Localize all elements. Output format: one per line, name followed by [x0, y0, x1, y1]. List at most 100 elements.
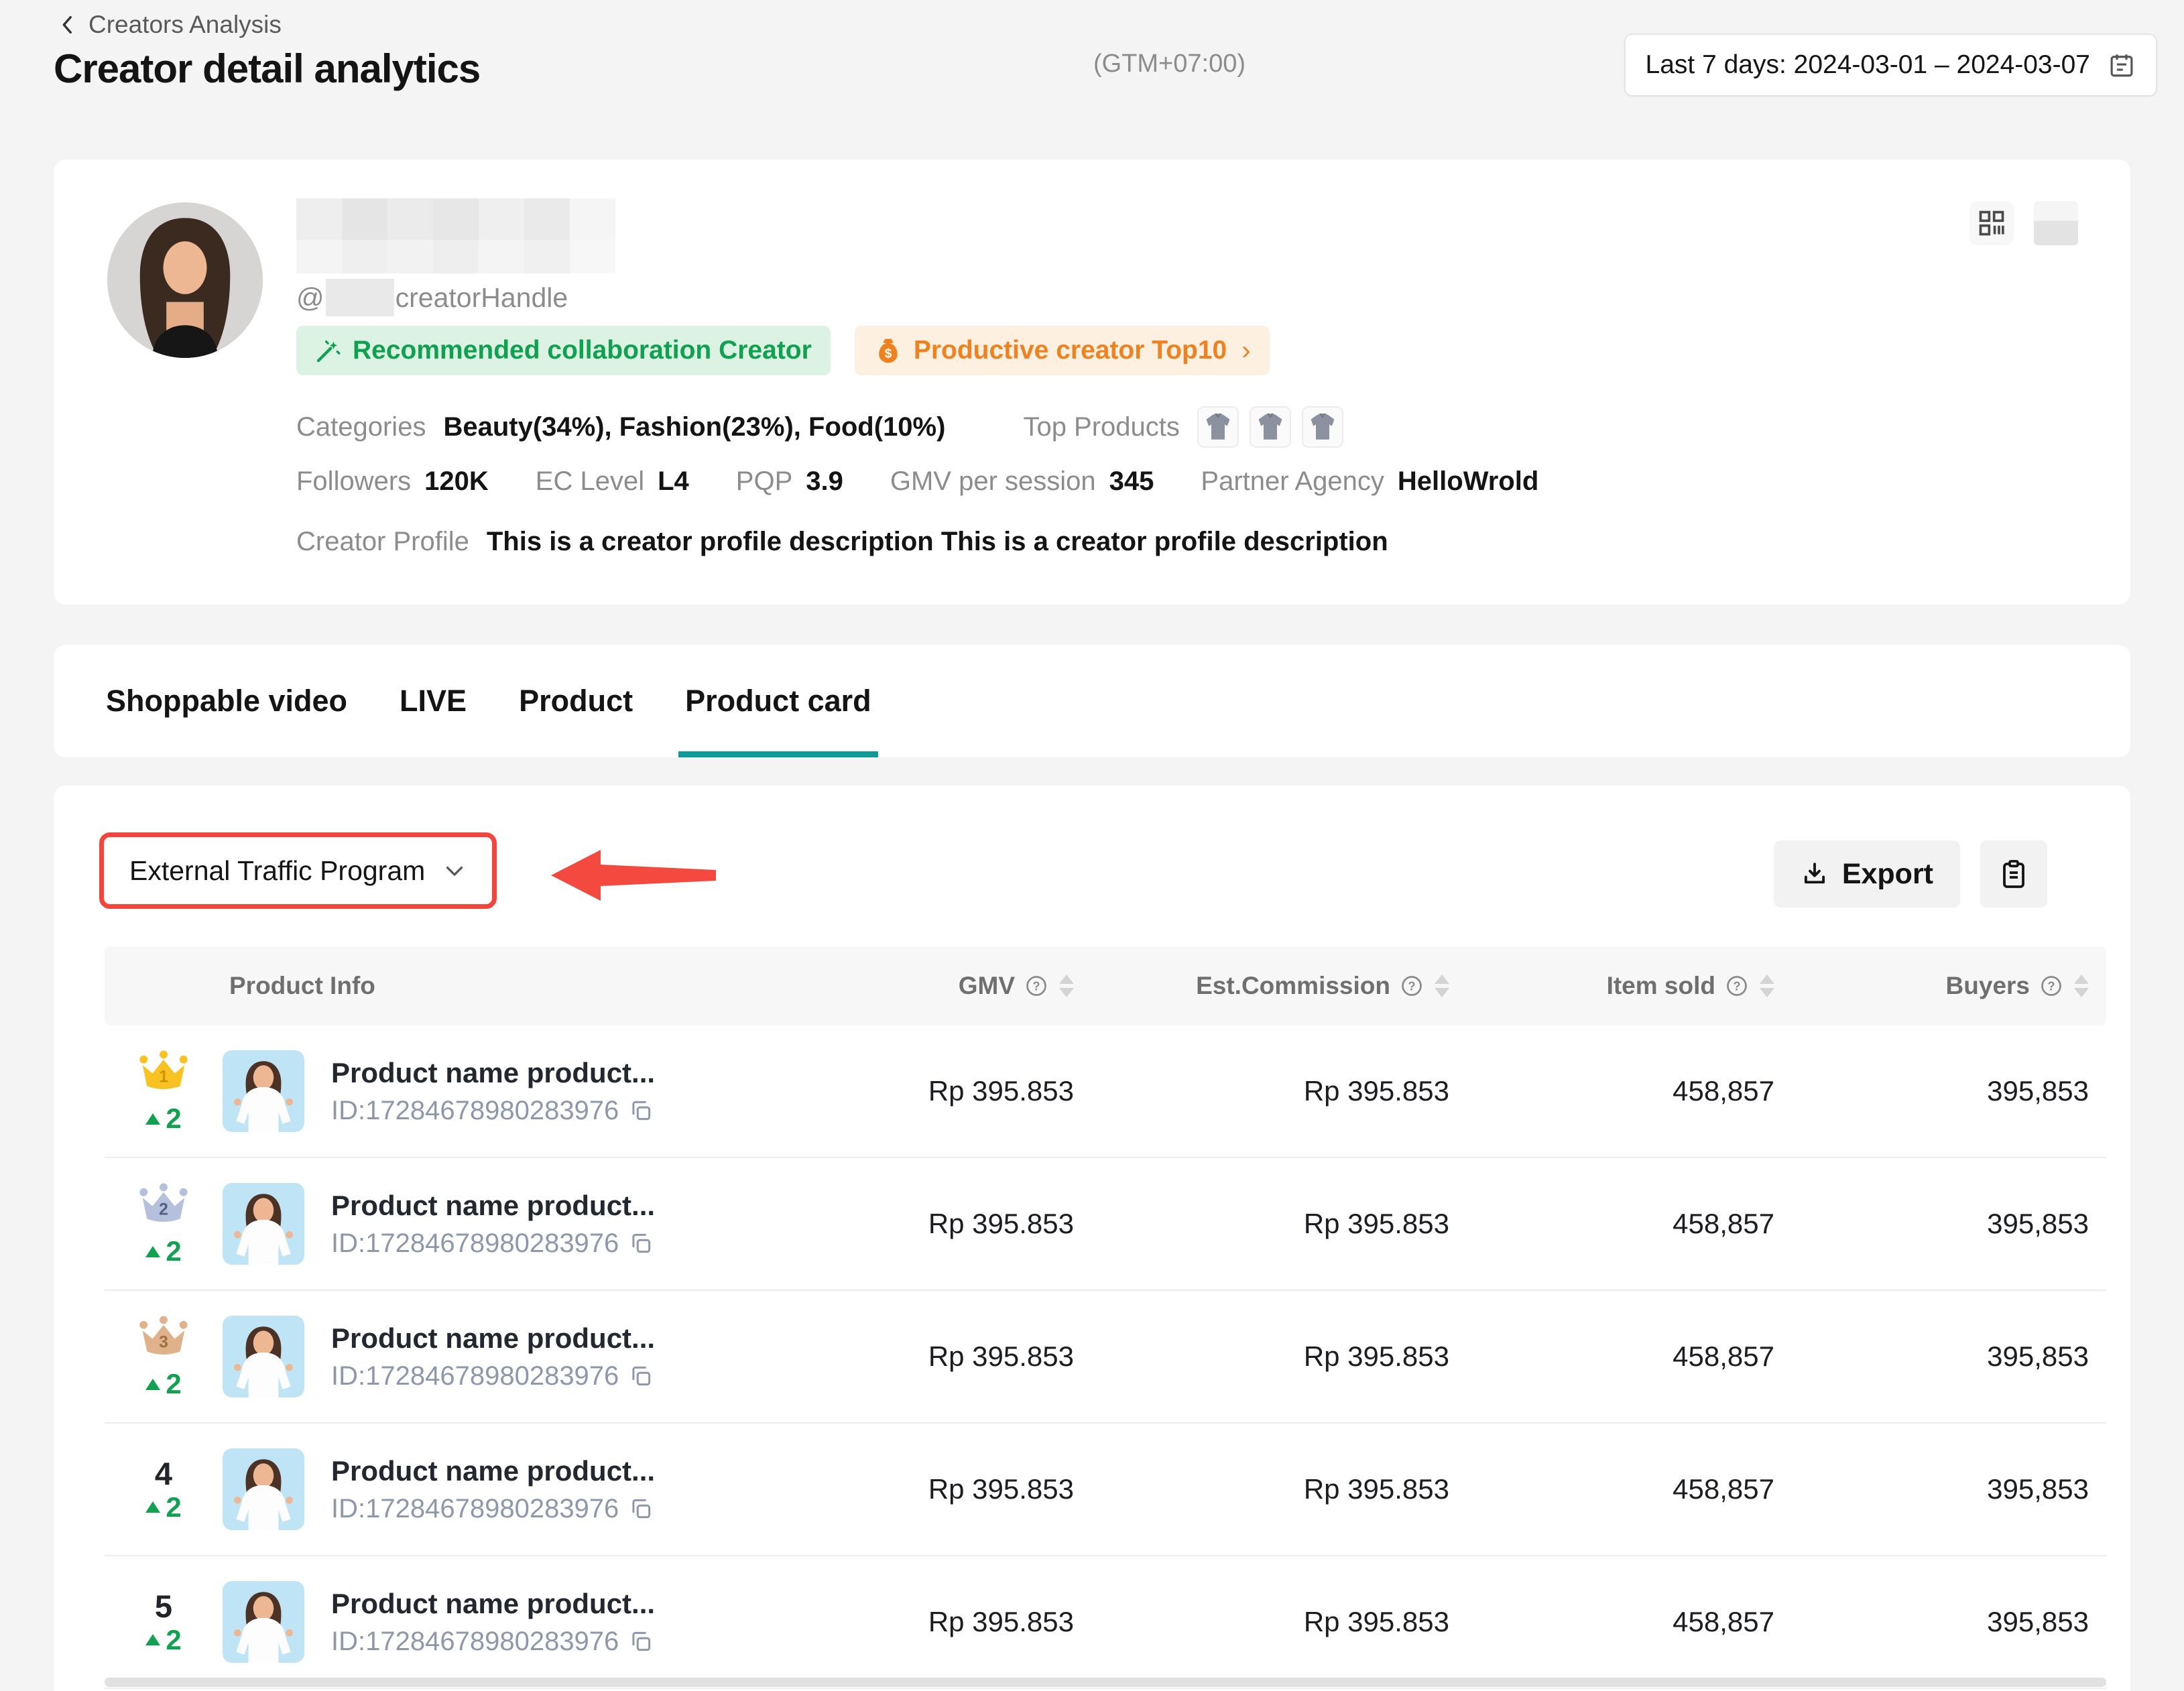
copy-icon[interactable]: [628, 1363, 654, 1389]
productive-creator-badge[interactable]: $ Productive creator Top10 ›: [855, 326, 1270, 375]
sort-control[interactable]: [1760, 975, 1774, 997]
product-id: ID:17284678980283976: [331, 1494, 619, 1524]
magic-wand-icon: [315, 337, 342, 364]
rank-badge: 4 4 2: [105, 1458, 223, 1521]
rank-delta: 2: [145, 1626, 181, 1654]
product-info-cell: 1 1 2: [105, 1025, 785, 1157]
copy-icon[interactable]: [628, 1098, 654, 1123]
product-name: Product name product...: [331, 1190, 655, 1222]
stat-label: Partner Agency: [1201, 466, 1384, 497]
copy-icon[interactable]: [628, 1496, 654, 1521]
product-id-row: ID:17284678980283976: [331, 1494, 655, 1524]
stat-value: 3.9: [806, 466, 843, 497]
crown-icon: 3: [136, 1315, 191, 1366]
svg-text:?: ?: [1408, 979, 1416, 993]
back-chevron-icon: [56, 13, 79, 36]
tab-live[interactable]: LIVE: [398, 645, 468, 757]
page-title: Creator detail analytics: [54, 46, 480, 92]
buyers-value: 395,853: [1784, 1473, 2106, 1505]
chevron-right-icon: ›: [1241, 336, 1250, 366]
stat-value: 345: [1109, 466, 1154, 497]
item-sold-value: 458,857: [1459, 1208, 1784, 1240]
handle-text: creatorHandle: [396, 282, 568, 314]
column-header-gmv: GMV ?: [785, 972, 1083, 1000]
breadcrumb[interactable]: Creators Analysis: [56, 11, 282, 39]
product-id: ID:17284678980283976: [331, 1096, 619, 1126]
help-icon[interactable]: ?: [1024, 974, 1048, 998]
up-triangle-icon: [145, 1634, 160, 1645]
rank-badge: 1 1 2: [105, 1050, 223, 1133]
redacted-action-button[interactable]: [2034, 201, 2078, 245]
tab-bar: Shoppable video LIVE Product Product car…: [105, 645, 873, 757]
product-text: Product name product... ID:1728467898028…: [331, 1057, 655, 1126]
crown-icon: 2: [136, 1182, 191, 1233]
recommended-badge-label: Recommended collaboration Creator: [353, 336, 812, 365]
up-triangle-icon: [145, 1379, 160, 1390]
creator-profile-label: Creator Profile: [296, 527, 469, 557]
creator-stats-row: Followers 120K EC Level L4 PQP 3.9 GMV p…: [296, 466, 1538, 497]
product-id-row: ID:17284678980283976: [331, 1096, 655, 1126]
clipboard-icon: [1998, 858, 2030, 890]
buyers-value: 395,853: [1784, 1606, 2106, 1638]
table-row: 5 5 2: [105, 1556, 2106, 1689]
qr-code-button[interactable]: [1969, 201, 2014, 245]
traffic-program-dropdown-value: External Traffic Program: [129, 855, 425, 887]
tab-product[interactable]: Product: [518, 645, 634, 757]
top-products-thumbnails: [1197, 406, 1343, 448]
product-text: Product name product... ID:1728467898028…: [331, 1190, 655, 1259]
product-id-row: ID:17284678980283976: [331, 1361, 655, 1391]
product-info-cell: 5 5 2: [105, 1556, 785, 1688]
rank-delta: 2: [145, 1105, 181, 1133]
gmv-value: Rp 395.853: [785, 1340, 1083, 1373]
help-icon[interactable]: ?: [1400, 974, 1424, 998]
product-name: Product name product...: [331, 1057, 655, 1089]
copy-icon[interactable]: [628, 1629, 654, 1654]
product-name: Product name product...: [331, 1322, 655, 1355]
clipboard-button[interactable]: [1980, 840, 2047, 907]
buyers-value: 395,853: [1784, 1340, 2106, 1373]
commission-value: Rp 395.853: [1083, 1075, 1459, 1107]
sort-control[interactable]: [1435, 975, 1449, 997]
date-range-value: Last 7 days: 2024-03-01 – 2024-03-07: [1646, 50, 2090, 80]
product-id: ID:17284678980283976: [331, 1361, 619, 1391]
svg-text:$: $: [884, 347, 892, 361]
recommended-creator-badge: Recommended collaboration Creator: [296, 326, 831, 375]
profile-card-actions: [1969, 201, 2078, 245]
rank-delta: 2: [145, 1237, 181, 1265]
chevron-down-icon: [442, 859, 467, 883]
traffic-program-dropdown[interactable]: External Traffic Program: [104, 837, 492, 904]
product-thumbnail: [1302, 406, 1343, 448]
gmv-value: Rp 395.853: [785, 1075, 1083, 1107]
table-row: 1 1 2: [105, 1025, 2106, 1158]
productive-badge-label: Productive creator Top10: [914, 336, 1227, 365]
sort-control[interactable]: [2074, 975, 2089, 997]
svg-text:?: ?: [1734, 979, 1741, 993]
up-triangle-icon: [145, 1246, 160, 1257]
tab-product-card[interactable]: Product card: [684, 645, 873, 757]
analytics-tabs-card: Shoppable video LIVE Product Product car…: [54, 645, 2130, 757]
product-id: ID:17284678980283976: [331, 1627, 619, 1657]
stat-pair: Followers 120K: [296, 466, 489, 497]
rank-badge: 3 3 2: [105, 1315, 223, 1398]
up-triangle-icon: [145, 1501, 160, 1513]
tab-shoppable-video[interactable]: Shoppable video: [105, 645, 349, 757]
svg-text:2: 2: [159, 1201, 168, 1219]
help-icon[interactable]: ?: [1725, 974, 1749, 998]
item-sold-value: 458,857: [1459, 1473, 1784, 1505]
svg-text:?: ?: [1033, 979, 1040, 993]
horizontal-scrollbar[interactable]: [105, 1678, 2106, 1687]
copy-icon[interactable]: [628, 1231, 654, 1256]
creator-name-redacted: [296, 198, 615, 277]
categories-value: Beauty(34%), Fashion(23%), Food(10%): [443, 412, 945, 442]
help-icon[interactable]: ?: [2039, 974, 2063, 998]
item-sold-value: 458,857: [1459, 1075, 1784, 1107]
stat-pair: Partner Agency HelloWrold: [1201, 466, 1538, 497]
product-id: ID:17284678980283976: [331, 1229, 619, 1259]
export-button[interactable]: Export: [1774, 840, 1960, 907]
product-thumbnail: [1197, 406, 1239, 448]
sort-control[interactable]: [1059, 975, 1074, 997]
product-name: Product name product...: [331, 1455, 655, 1487]
stat-label: EC Level: [536, 466, 644, 497]
stat-pair: GMV per session 345: [890, 466, 1154, 497]
date-range-picker[interactable]: Last 7 days: 2024-03-01 – 2024-03-07: [1624, 34, 2157, 97]
